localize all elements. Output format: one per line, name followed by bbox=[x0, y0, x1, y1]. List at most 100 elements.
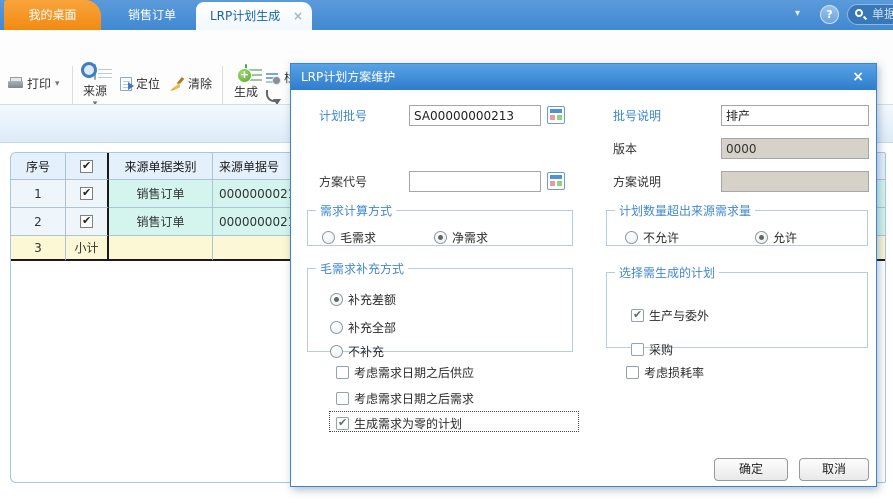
locate-button[interactable]: 定位 bbox=[120, 75, 160, 92]
curved-arrow-icon bbox=[266, 90, 278, 102]
tab-lrp-plan-generation[interactable]: LRP计划生成 × bbox=[196, 2, 312, 30]
tab-bar: 我的桌面 销售订单 LRP计划生成 × ▾ ? 单据 bbox=[0, 0, 893, 30]
generate-button[interactable]: 生成 bbox=[227, 65, 265, 100]
plan-batch-browse-icon[interactable] bbox=[547, 106, 565, 124]
row-checkbox[interactable] bbox=[80, 215, 93, 228]
plan-batch-input[interactable] bbox=[409, 105, 541, 126]
group-gross-supplement: 毛需求补充方式 补充差额 补充全部 不补充 bbox=[307, 260, 573, 352]
radio-gross-demand[interactable]: 毛需求 bbox=[322, 229, 376, 246]
checkbox-icon[interactable] bbox=[631, 309, 644, 322]
group-demand-calc: 需求计算方式 毛需求 净需求 bbox=[307, 202, 573, 246]
checkbox-production-outsourcing[interactable]: 生产与委外 bbox=[631, 307, 709, 324]
radio-icon[interactable] bbox=[322, 231, 335, 244]
lrp-plan-scheme-dialog: LRP计划方案维护 × 计划批号 批号说明 版本 方案代号 方案说明 需求计算方… bbox=[290, 63, 877, 487]
checkbox-icon[interactable] bbox=[626, 366, 639, 379]
clear-label: 清除 bbox=[188, 75, 212, 92]
tabbar-dropdown-icon[interactable]: ▾ bbox=[795, 8, 800, 19]
radio-icon[interactable] bbox=[330, 321, 343, 334]
radio-label: 补充差额 bbox=[348, 291, 396, 308]
generate-table-plus-icon bbox=[245, 64, 247, 80]
row-checkbox[interactable] bbox=[80, 187, 93, 200]
row-source-type bbox=[109, 236, 213, 261]
checkbox-label: 考虑需求日期之后需求 bbox=[354, 390, 474, 407]
search-icon bbox=[855, 9, 863, 17]
print-dropdown-icon[interactable]: ▾ bbox=[55, 79, 60, 89]
scheme-code-input[interactable] bbox=[409, 171, 541, 192]
batch-desc-label: 批号说明 bbox=[613, 106, 661, 126]
radio-net-demand[interactable]: 净需求 bbox=[434, 229, 488, 246]
radio-label: 允许 bbox=[773, 229, 797, 246]
radio-not-allowed[interactable]: 不允许 bbox=[625, 229, 679, 246]
source-button[interactable]: 来源 ▾ bbox=[76, 65, 114, 109]
radio-label: 补充全部 bbox=[348, 319, 396, 336]
row-seq: 2 bbox=[11, 208, 66, 236]
help-icon[interactable]: ? bbox=[820, 5, 839, 24]
radio-icon[interactable] bbox=[434, 231, 447, 244]
clear-button[interactable]: 清除 bbox=[170, 75, 212, 92]
row-select-cell[interactable] bbox=[66, 180, 109, 208]
print-label: 打印 bbox=[27, 75, 51, 92]
header-seq[interactable]: 序号 bbox=[11, 153, 66, 180]
dialog-title: LRP计划方案维护 bbox=[301, 70, 395, 84]
checkbox-generate-zero-demand-plan[interactable]: 生成需求为零的计划 bbox=[336, 415, 462, 432]
radio-allowed[interactable]: 允许 bbox=[755, 229, 797, 246]
radio-label: 净需求 bbox=[452, 229, 488, 246]
checkbox-icon[interactable] bbox=[336, 392, 349, 405]
row-source-type: 销售订单 bbox=[109, 208, 213, 236]
group-plan-types-legend: 选择需生成的计划 bbox=[615, 264, 719, 281]
checkbox-icon[interactable] bbox=[631, 343, 644, 356]
checkbox-label: 生成需求为零的计划 bbox=[354, 415, 462, 432]
dialog-titlebar[interactable]: LRP计划方案维护 × bbox=[291, 64, 876, 90]
radio-supplement-all[interactable]: 补充全部 bbox=[330, 319, 396, 336]
radio-no-supplement[interactable]: 不补充 bbox=[330, 343, 384, 360]
radio-label: 不补充 bbox=[348, 343, 384, 360]
radio-icon[interactable] bbox=[625, 231, 638, 244]
checkbox-purchase[interactable]: 采购 bbox=[631, 341, 673, 358]
group-exceed-legend: 计划数量超出来源需求量 bbox=[615, 202, 755, 219]
radio-icon[interactable] bbox=[755, 231, 768, 244]
print-button[interactable]: 打印 ▾ bbox=[8, 75, 60, 92]
row-select-cell[interactable] bbox=[66, 208, 109, 236]
source-search-icon bbox=[94, 64, 96, 80]
checkbox-icon[interactable] bbox=[336, 366, 349, 379]
dialog-close-icon[interactable]: × bbox=[852, 64, 864, 90]
plan-batch-label: 计划批号 bbox=[319, 106, 367, 126]
version-label: 版本 bbox=[613, 139, 637, 159]
locate-page-icon bbox=[120, 77, 132, 91]
broom-icon bbox=[170, 77, 184, 91]
radio-label: 不允许 bbox=[643, 229, 679, 246]
radio-icon[interactable] bbox=[330, 345, 343, 358]
reorder-button[interactable] bbox=[266, 90, 278, 102]
header-source-type[interactable]: 来源单据类别 bbox=[109, 153, 213, 180]
batch-desc-input[interactable] bbox=[721, 105, 869, 126]
checkbox-consider-loss-rate[interactable]: 考虑损耗率 bbox=[626, 364, 704, 381]
printer-icon bbox=[8, 77, 23, 90]
cancel-button[interactable]: 取消 bbox=[799, 458, 869, 481]
ok-button[interactable]: 确定 bbox=[714, 458, 788, 481]
checkbox-icon[interactable] bbox=[336, 417, 349, 430]
group-demand-calc-legend: 需求计算方式 bbox=[316, 202, 396, 219]
checkbox-label: 考虑损耗率 bbox=[644, 364, 704, 381]
scheme-code-browse-icon[interactable] bbox=[547, 172, 565, 190]
scheme-code-label: 方案代号 bbox=[319, 172, 367, 192]
checkbox-demand-after-demand-date[interactable]: 考虑需求日期之后需求 bbox=[336, 390, 474, 407]
tab-sales-order[interactable]: 销售订单 bbox=[112, 0, 192, 30]
row-source-type: 销售订单 bbox=[109, 180, 213, 208]
scheme-desc-label: 方案说明 bbox=[613, 172, 661, 192]
version-input bbox=[721, 138, 869, 159]
checkbox-supply-after-demand-date[interactable]: 考虑需求日期之后供应 bbox=[336, 364, 474, 381]
tab-my-desktop[interactable]: 我的桌面 bbox=[4, 0, 101, 30]
radio-icon[interactable] bbox=[330, 293, 343, 306]
row-seq: 1 bbox=[11, 180, 66, 208]
tab-close-icon[interactable]: × bbox=[293, 2, 303, 30]
group-gross-supplement-legend: 毛需求补充方式 bbox=[316, 260, 408, 277]
checkbox-label: 采购 bbox=[649, 341, 673, 358]
group-exceed-source: 计划数量超出来源需求量 不允许 允许 bbox=[606, 202, 868, 246]
radio-label: 毛需求 bbox=[340, 229, 376, 246]
select-all-checkbox[interactable] bbox=[80, 160, 93, 173]
scheme-desc-input bbox=[721, 171, 869, 192]
radio-supplement-difference[interactable]: 补充差额 bbox=[330, 291, 396, 308]
header-select-all[interactable] bbox=[66, 153, 109, 180]
locate-label: 定位 bbox=[136, 75, 160, 92]
search-input[interactable]: 单据 bbox=[847, 4, 893, 25]
